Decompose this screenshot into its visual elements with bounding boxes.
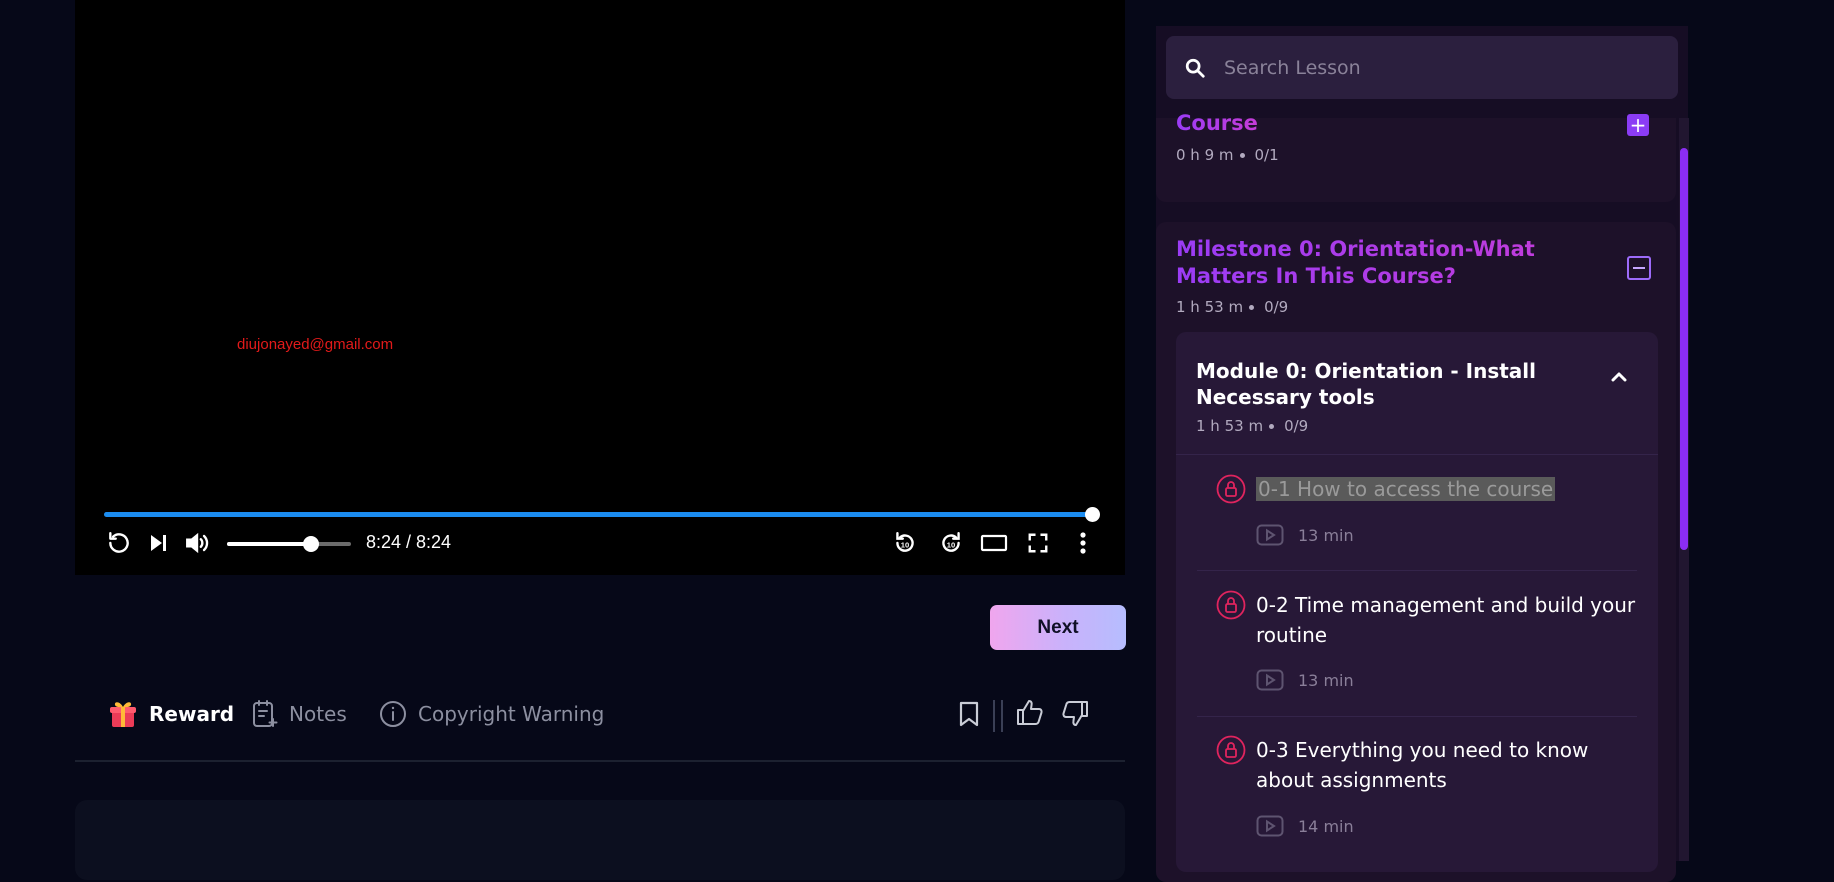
search-icon: [1185, 58, 1205, 78]
volume-icon[interactable]: [182, 528, 212, 558]
video-progress-bar[interactable]: [104, 507, 1100, 522]
lesson-1-duration: 13 min: [1298, 525, 1354, 545]
video-play-icon: [1256, 815, 1284, 837]
module-progress: 0/9: [1284, 417, 1309, 435]
tab-copyright-warning[interactable]: Copyright Warning: [378, 697, 604, 731]
tabs-divider: [75, 760, 1125, 762]
thumbs-down-icon[interactable]: [1058, 697, 1092, 731]
video-time: 8:24 / 8:24: [366, 532, 452, 552]
lesson-item-1[interactable]: 0-1 How to access the course: [1256, 474, 1556, 504]
next-button[interactable]: Next: [990, 605, 1126, 650]
lesson-divider: [1197, 716, 1637, 717]
next-track-icon[interactable]: [143, 528, 173, 558]
video-watermark: diujonayed@gmail.com: [237, 336, 394, 353]
lesson-2-duration-row: 13 min: [1256, 669, 1354, 691]
fullscreen-icon[interactable]: [1023, 528, 1053, 558]
svg-text:10: 10: [947, 540, 955, 549]
meta-dot: [1249, 304, 1255, 310]
module-duration: 1 h 53 m: [1196, 417, 1264, 435]
video-play-icon: [1256, 524, 1284, 546]
tab-notes-label: Notes: [289, 702, 347, 726]
theater-mode-icon[interactable]: [979, 528, 1009, 558]
bookmark-icon[interactable]: [953, 697, 985, 731]
course-section-meta: 0 h 9 m 0/1: [1176, 146, 1279, 164]
info-icon: [380, 701, 406, 727]
milestone-title[interactable]: Milestone 0: Orientation-What Matters In…: [1176, 236, 1596, 290]
volume-fill: [227, 542, 312, 546]
video-progress-fill: [104, 512, 1092, 517]
module-meta: 1 h 53 m 0/9: [1196, 417, 1308, 435]
tab-reward-label: Reward: [149, 702, 235, 726]
lock-icon: [1216, 590, 1246, 624]
milestone-progress: 0/9: [1264, 298, 1289, 316]
tab-notes[interactable]: Notes: [251, 697, 347, 731]
lock-icon: [1216, 735, 1246, 769]
lesson-3-duration-row: 14 min: [1256, 815, 1354, 837]
meta-dot: [1269, 423, 1275, 429]
expand-plus-icon[interactable]: +: [1627, 114, 1649, 136]
lesson-item-2[interactable]: 0-2 Time management and build your routi…: [1256, 590, 1636, 650]
video-player[interactable]: [75, 0, 1125, 575]
lesson-3-duration: 14 min: [1298, 816, 1354, 836]
thumbs-up-icon[interactable]: [1013, 695, 1047, 729]
course-section-title: Course: [1176, 111, 1258, 135]
course-section-progress: 0/1: [1254, 146, 1279, 164]
gift-icon: [110, 702, 136, 727]
meta-dot: [1239, 152, 1245, 158]
forward-10-icon[interactable]: 10: [936, 528, 966, 558]
video-progress-handle[interactable]: [1085, 507, 1100, 522]
search-box[interactable]: [1166, 36, 1678, 99]
lesson-2-duration: 13 min: [1298, 670, 1354, 690]
course-section-duration: 0 h 9 m: [1176, 146, 1234, 164]
sidebar-scrollbar-thumb[interactable]: [1680, 148, 1688, 550]
replay-icon[interactable]: [104, 528, 134, 558]
chevron-up-icon[interactable]: [1606, 364, 1632, 390]
actions-divider: [993, 700, 1003, 732]
lesson-1-title: 0-1 How to access the course: [1256, 477, 1556, 501]
lesson-item-3[interactable]: 0-3 Everything you need to know about as…: [1256, 735, 1636, 795]
svg-text:10: 10: [901, 540, 909, 549]
video-play-icon: [1256, 669, 1284, 691]
notes-icon: [253, 700, 278, 727]
search-input[interactable]: [1222, 55, 1646, 80]
collapse-minus-icon[interactable]: [1627, 256, 1651, 280]
milestone-meta: 1 h 53 m 0/9: [1176, 298, 1288, 316]
lock-icon: [1216, 474, 1246, 508]
volume-slider[interactable]: [227, 536, 351, 552]
module-divider: [1176, 454, 1658, 455]
milestone-duration: 1 h 53 m: [1176, 298, 1244, 316]
tab-content-panel: [75, 800, 1125, 880]
tab-reward[interactable]: Reward: [107, 697, 234, 731]
rewind-10-icon[interactable]: 10: [890, 528, 920, 558]
more-options-icon[interactable]: [1068, 528, 1098, 558]
lesson-1-duration-row: 13 min: [1256, 524, 1354, 546]
module-title[interactable]: Module 0: Orientation - Install Necessar…: [1196, 358, 1536, 410]
lesson-divider: [1197, 570, 1637, 571]
tab-copyright-label: Copyright Warning: [418, 702, 605, 726]
